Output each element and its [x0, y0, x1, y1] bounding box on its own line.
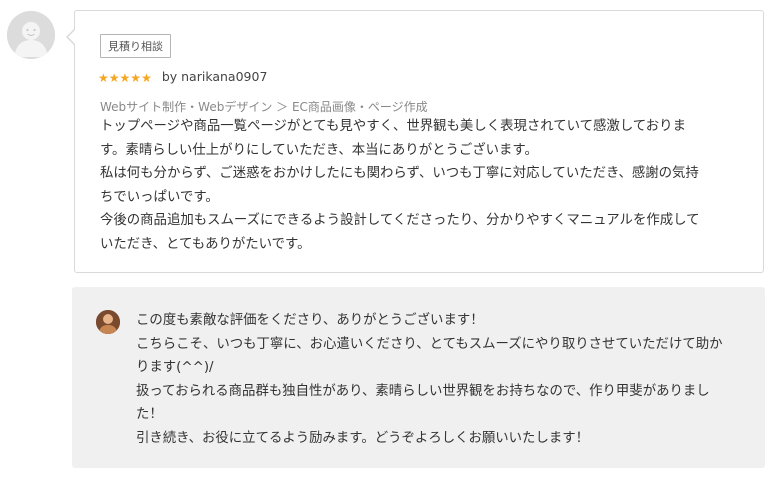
review-line: ちでいっぱいです。 [100, 189, 219, 205]
reply-line: ります(^^)/ [136, 360, 214, 376]
reviewer-avatar-icon [7, 11, 55, 59]
reply-line: こちらこそ、いつも丁寧に、お心遣いくださり、とてもスムーズにやり取りさせていただ… [136, 336, 723, 352]
star-icon: ★ [108, 70, 120, 85]
seller-avatar-icon [96, 310, 120, 334]
review-line: 今後の商品追加もスムーズにできるよう設計してくださったり、分かりやすくマニュアル… [100, 213, 700, 229]
reply-line: 扱っておられる商品群も独自性があり、素晴らしい世界観をお持ちなので、作り甲斐があ… [136, 383, 710, 399]
estimate-consultation-badge: 見積り相談 [100, 34, 171, 58]
review-card: 見積り相談 ★★★★★ by narikana0907 Webサイト制作・Web… [66, 10, 764, 273]
service-category: Webサイト制作・Webデザイン ＞ EC商品画像・ページ作成 [100, 100, 428, 114]
seller-reply: この度も素敵な評価をくださり、ありがとうございます！ こちらこそ、いつも丁寧に、… [72, 287, 765, 468]
star-rating: ★★★★★ [98, 67, 152, 86]
reply-line: この度も素敵な評価をくださり、ありがとうございます！ [136, 313, 484, 328]
reply-line: た！ [136, 407, 163, 423]
rating-row: ★★★★★ by narikana0907 [98, 67, 268, 86]
review-line: す。素晴らしい仕上がりにしていただき、本当にありがとうございます。 [100, 142, 538, 158]
reviewer-byline: by narikana0907 [161, 68, 268, 84]
star-icon: ★ [141, 70, 152, 85]
review-text: トップページや商品一覧ページがとても見やすく、世界観も美しく表現されていて感激し… [100, 115, 730, 257]
review-line: いただき、とてもありがたいです。 [100, 236, 311, 252]
review-line: トップページや商品一覧ページがとても見やすく、世界観も美しく表現されていて感激し… [100, 119, 686, 134]
star-icon: ★ [130, 70, 142, 85]
star-icon: ★ [119, 70, 131, 85]
review-line: 私は何も分からず、ご迷惑をおかけしたにも関わらず、いつも丁寧に対応していただき、… [100, 166, 699, 182]
reply-line: 引き続き、お役に立てるよう励みます。どうぞよろしくお願いいたします！ [136, 430, 590, 446]
star-icon: ★ [98, 70, 109, 85]
reply-text: この度も素敵な評価をくださり、ありがとうございます！ こちらこそ、いつも丁寧に、… [136, 309, 746, 451]
